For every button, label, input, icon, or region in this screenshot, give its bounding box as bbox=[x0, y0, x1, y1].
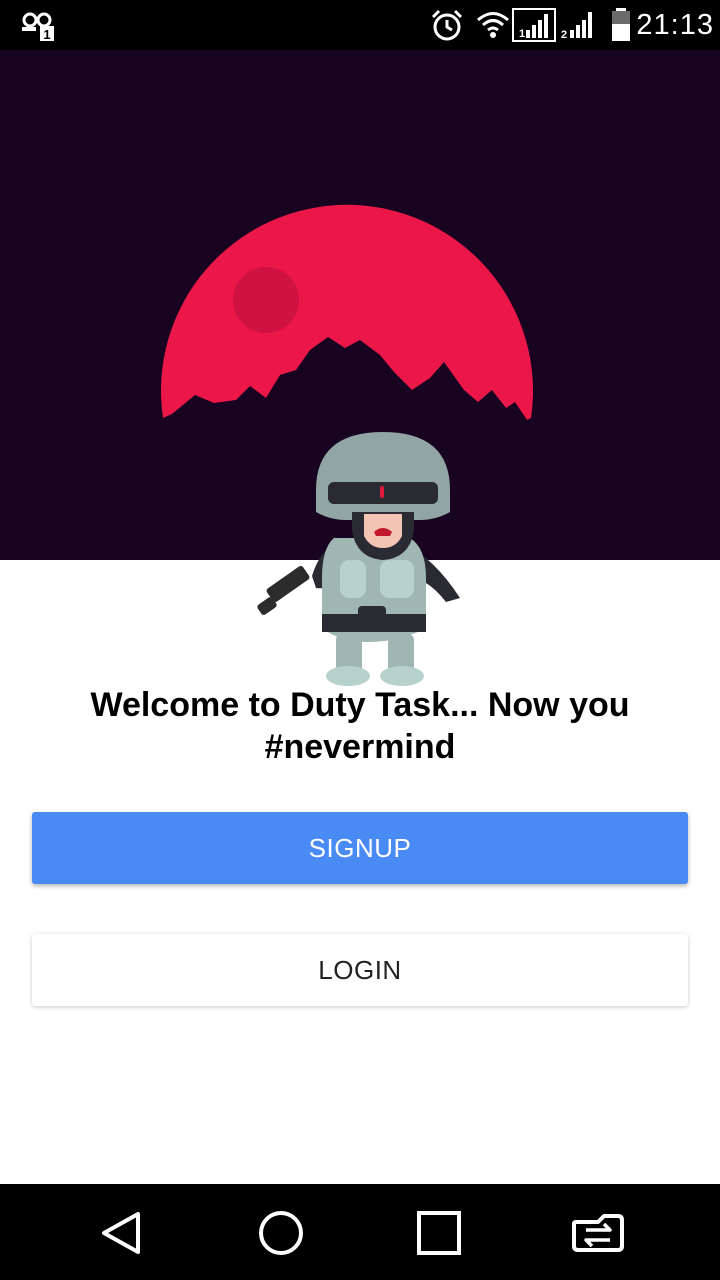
recents-icon[interactable] bbox=[414, 1208, 464, 1258]
welcome-line-2: #nevermind bbox=[264, 728, 456, 766]
screen-switch-icon[interactable] bbox=[570, 1208, 624, 1258]
signup-button[interactable]: SIGNUP bbox=[32, 812, 688, 884]
navigation-bar bbox=[0, 1184, 720, 1280]
welcome-title: Welcome to Duty Task... Now you #nevermi… bbox=[40, 684, 680, 768]
battery-icon bbox=[610, 8, 632, 47]
signal-sim1-icon: 1 bbox=[512, 8, 556, 47]
moon-crater bbox=[233, 267, 299, 333]
clock: 21:13 bbox=[636, 9, 714, 41]
welcome-screen: 1 1 2 21:13 Welcome to Duty Task... Now … bbox=[0, 0, 720, 1280]
moon-shape bbox=[160, 204, 533, 420]
svg-text:1: 1 bbox=[43, 27, 50, 42]
signal-sim2-icon: 2 bbox=[560, 8, 600, 47]
status-bar: 1 1 2 21:13 bbox=[0, 0, 720, 50]
welcome-line-1: Welcome to Duty Task... Now you bbox=[90, 686, 630, 724]
svg-text:2: 2 bbox=[561, 29, 567, 41]
login-button[interactable]: LOGIN bbox=[32, 934, 688, 1006]
home-icon[interactable] bbox=[256, 1208, 306, 1258]
wifi-icon bbox=[476, 9, 510, 46]
notification-icon: 1 bbox=[22, 10, 56, 47]
alarm-icon bbox=[430, 9, 464, 48]
svg-text:1: 1 bbox=[519, 28, 525, 40]
robot-mascot-illustration bbox=[257, 432, 460, 686]
back-icon[interactable] bbox=[98, 1208, 148, 1258]
